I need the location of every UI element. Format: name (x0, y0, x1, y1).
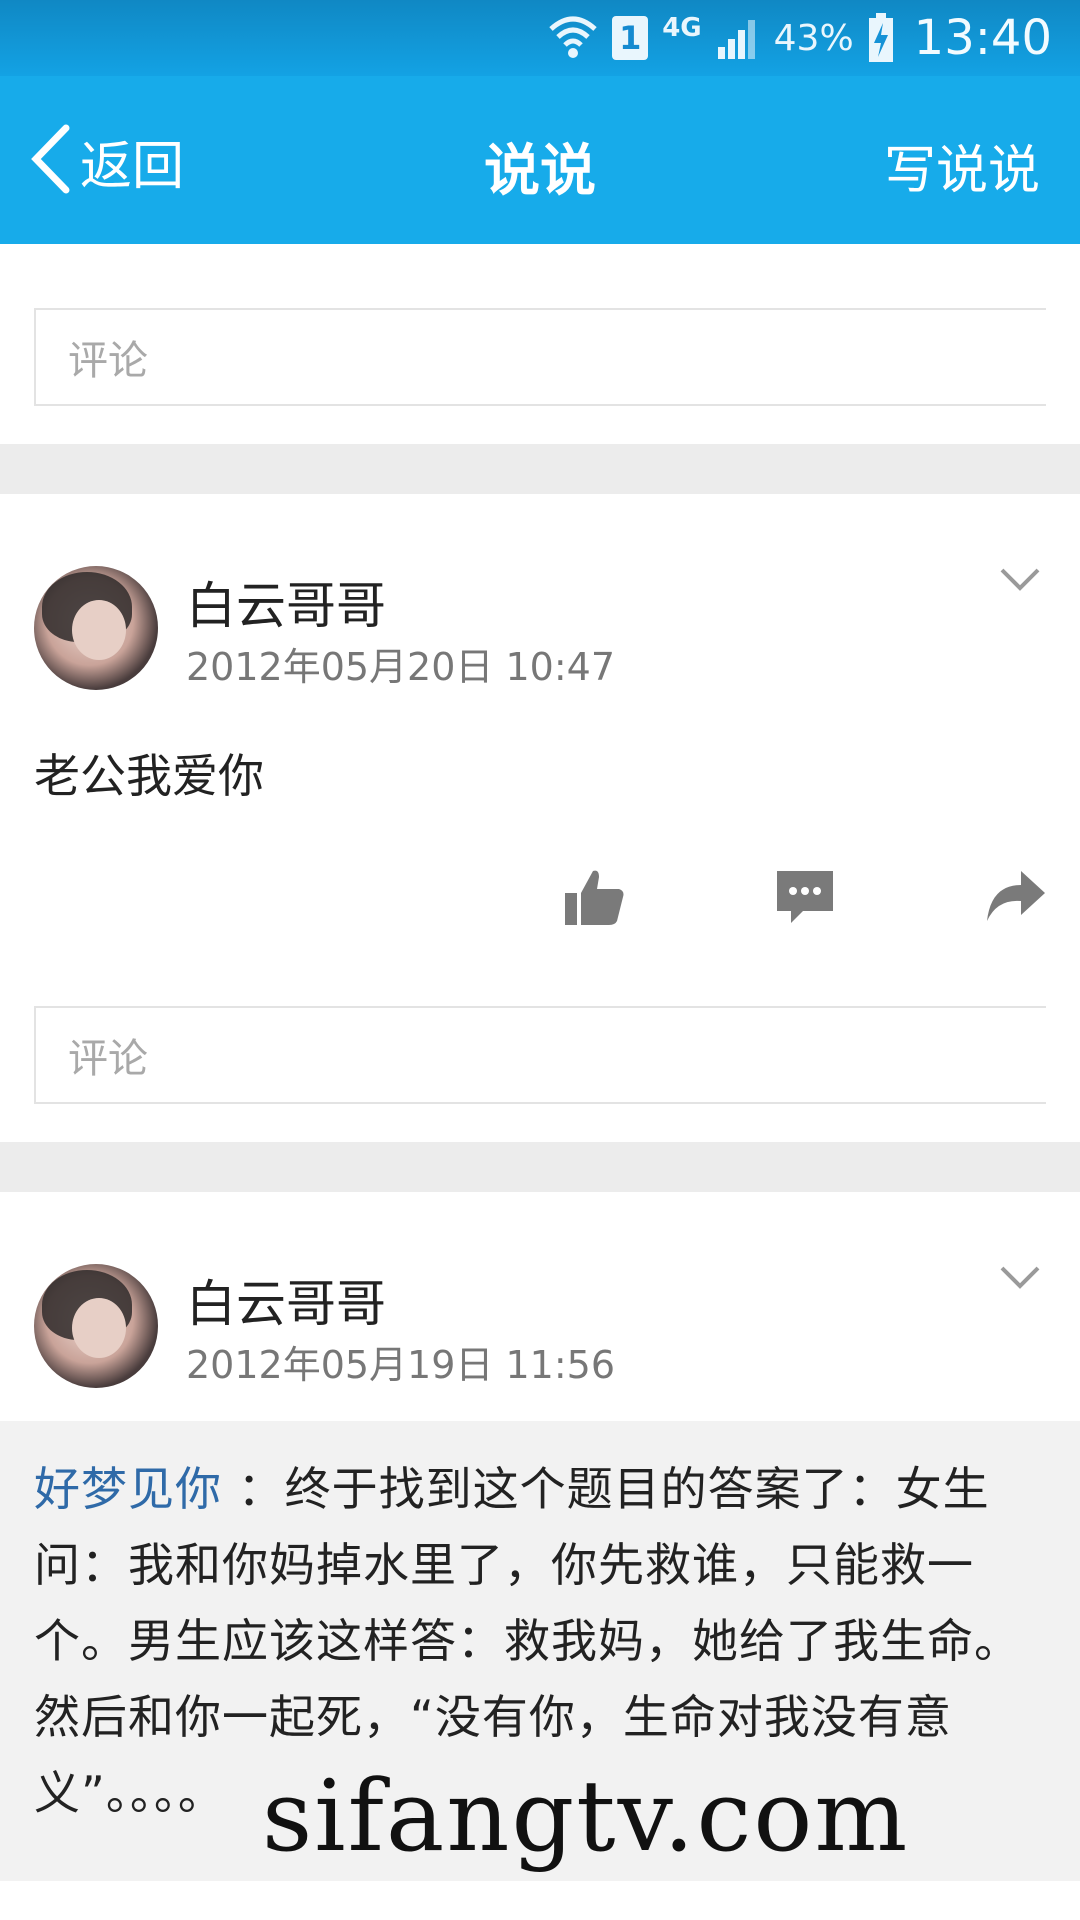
post-text: 老公我爱你 (34, 749, 264, 803)
comment-input[interactable]: 评论 (34, 308, 1046, 406)
signal-icon (716, 17, 760, 59)
network-type: 4G (662, 13, 702, 43)
comment-input[interactable]: 评论 (34, 1006, 1046, 1104)
section-separator (0, 1142, 1080, 1192)
share-icon[interactable] (980, 862, 1050, 932)
avatar[interactable] (34, 566, 158, 690)
write-post-button[interactable]: 写说说 (884, 128, 1040, 203)
chevron-down-icon[interactable] (998, 558, 1042, 602)
wifi-icon (548, 15, 598, 61)
post-author[interactable]: 白云哥哥 (186, 1264, 386, 1336)
repost-author-link[interactable]: 好梦见你 (34, 1462, 222, 1516)
app-bar: 返回 说说 写说说 (0, 76, 1080, 244)
thumbs-up-icon[interactable] (560, 862, 630, 932)
post-time: 2012年05月19日 11:56 (186, 1343, 616, 1387)
battery-percent: 43% (773, 17, 854, 59)
post-time: 2012年05月20日 10:47 (186, 645, 616, 689)
avatar[interactable] (34, 1264, 158, 1388)
comment-placeholder: 评论 (68, 1036, 148, 1082)
watermark: sifangtv.com (262, 1760, 910, 1874)
clock: 13:40 (913, 10, 1052, 66)
chevron-down-icon[interactable] (998, 1256, 1042, 1300)
sim-icon: 1 (612, 16, 649, 60)
section-separator (0, 444, 1080, 494)
post-author[interactable]: 白云哥哥 (186, 566, 386, 638)
status-bar: 1 4G 43% 13:40 (0, 0, 1080, 76)
comment-icon[interactable] (770, 862, 840, 932)
battery-icon (868, 13, 894, 63)
comment-placeholder: 评论 (68, 338, 148, 384)
